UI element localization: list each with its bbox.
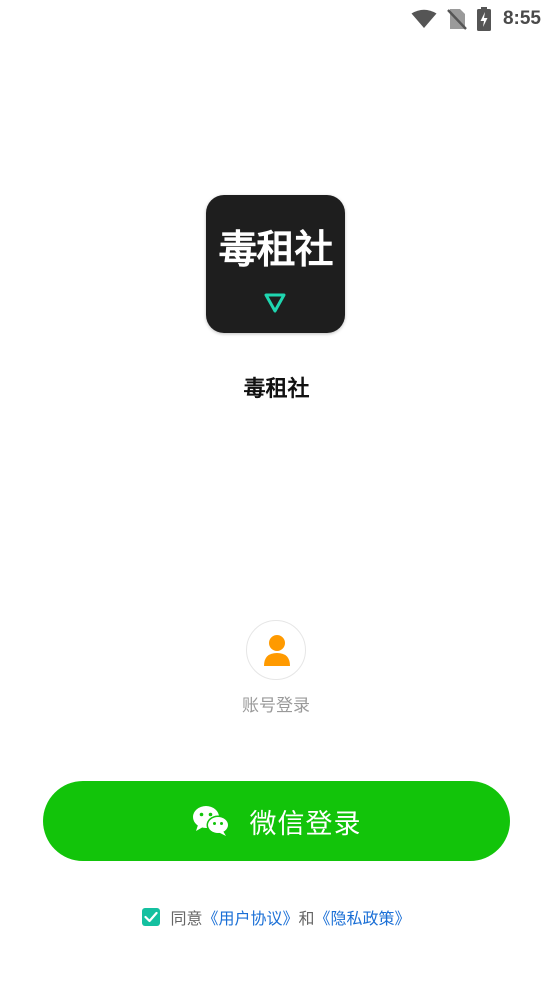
user-agreement-link[interactable]: 《用户协议》 (202, 905, 298, 929)
wechat-login-label: 微信登录 (249, 808, 362, 840)
app-name: 毒租社 (243, 377, 310, 402)
agreement-conjunction: 和 (298, 909, 315, 928)
status-icons: 8:55 (411, 6, 541, 32)
agreement-row: 同意 《用户协议》 和 《隐私政策》 (0, 905, 553, 929)
account-login-label: 账号登录 (242, 696, 310, 716)
no-sim-icon (447, 9, 467, 30)
wechat-icon (192, 806, 229, 836)
check-icon (144, 911, 159, 923)
agreement-prefix: 同意 (170, 909, 203, 928)
agree-checkbox[interactable] (142, 908, 161, 926)
status-time: 8:55 (502, 8, 541, 29)
user-icon (264, 635, 290, 666)
status-bar: 8:55 (0, 0, 553, 40)
app-logo: 毒租社 (206, 195, 345, 333)
privacy-policy-link[interactable]: 《隐私政策》 (315, 905, 411, 929)
battery-charging-icon (476, 7, 491, 31)
wifi-icon (411, 9, 437, 28)
account-avatar[interactable] (246, 620, 306, 680)
down-triangle-icon (264, 293, 286, 313)
wechat-login-button[interactable]: 微信登录 (43, 781, 510, 861)
account-login-button[interactable]: 账号登录 (226, 620, 326, 725)
logo-text: 毒租社 (218, 228, 333, 273)
